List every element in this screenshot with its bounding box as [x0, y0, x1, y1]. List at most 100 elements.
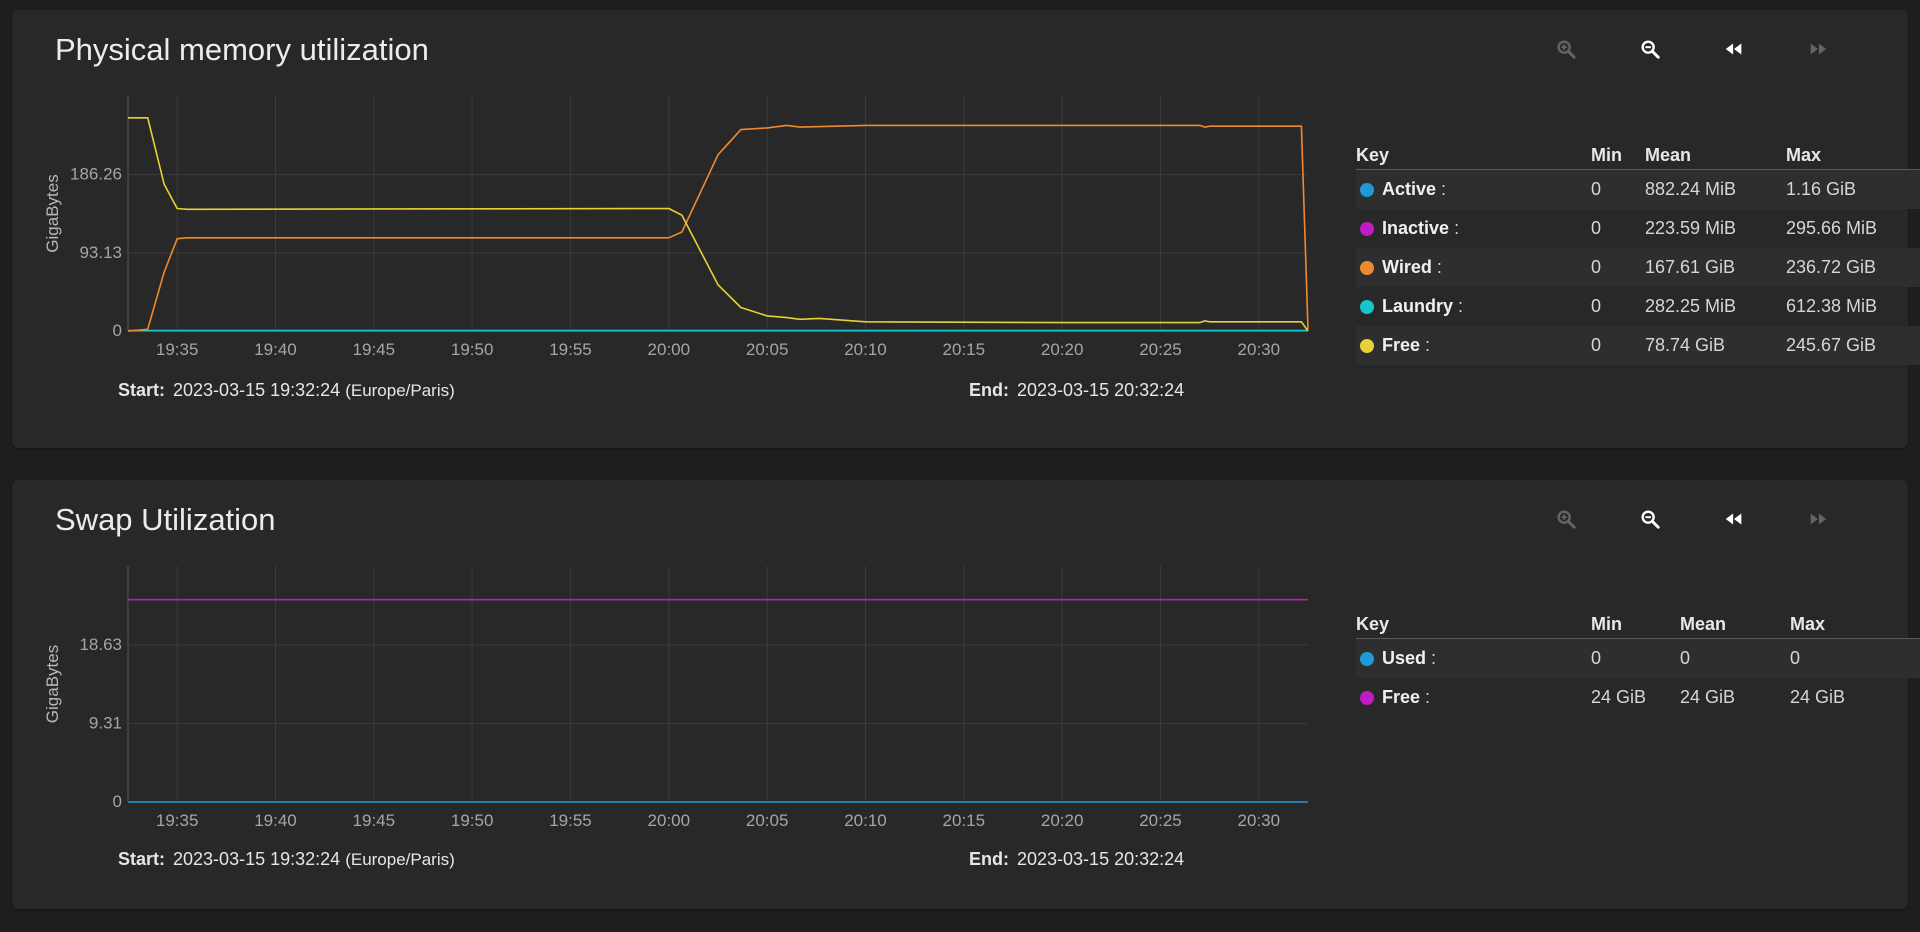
x-tick-label: 20:25: [1139, 811, 1182, 830]
legend-row-free[interactable]: Free : 0 78.74 GiB 245.67 GiB: [1356, 326, 1920, 365]
x-tick-label: 19:50: [451, 811, 494, 830]
legend-body: Used : 0 0 0 Free : 24 GiB 24 GiB 24 GiB: [1356, 639, 1920, 717]
legend-max-value: 245.67 GiB: [1786, 335, 1877, 355]
legend-min-value: 24 GiB: [1591, 687, 1647, 707]
legend-row-free[interactable]: Free : 24 GiB 24 GiB 24 GiB: [1356, 678, 1920, 717]
y-tick-label: 93.13: [79, 243, 122, 262]
swap-fast-forward-button[interactable]: [1798, 502, 1838, 536]
legend-max-value: 612.38 MiB: [1786, 296, 1878, 316]
legend-key-cell: Wired :: [1382, 248, 1442, 287]
x-tick-label: 20:10: [844, 340, 887, 359]
x-tick-label: 19:40: [254, 811, 297, 830]
fast-forward-icon: [1810, 43, 1827, 55]
y-axis-title: GigaBytes: [43, 174, 62, 252]
legend-separator: :: [1458, 296, 1464, 316]
x-tick-label: 20:15: [943, 811, 986, 830]
zoom-in-icon: [1557, 510, 1576, 529]
legend-color-dot: [1360, 339, 1374, 353]
legend-series-name: Used: [1382, 648, 1427, 668]
legend-mean-value: 223.59 MiB: [1645, 218, 1737, 238]
legend-separator: :: [1436, 257, 1442, 277]
start-value: 2023-03-15 19:32:24: [173, 849, 341, 869]
zoom-out-icon: [1641, 510, 1660, 529]
legend-separator: :: [1425, 687, 1431, 707]
memory-fast-forward-button[interactable]: [1798, 32, 1838, 66]
memory-zoom-out-button[interactable]: [1630, 32, 1670, 66]
end-label: End:: [969, 849, 1009, 869]
x-tick-label: 20:30: [1238, 811, 1281, 830]
legend-row-wired[interactable]: Wired : 0 167.61 GiB 236.72 GiB: [1356, 248, 1920, 287]
memory-start-range: Start: 2023-03-15 19:32:24 (Europe/Paris): [118, 380, 455, 401]
memory-end-range: End: 2023-03-15 20:32:24: [969, 380, 1184, 401]
legend-series-name: Wired: [1382, 257, 1432, 277]
legend-key-cell: Free :: [1382, 678, 1430, 717]
zoom-out-icon: [1641, 40, 1660, 59]
legend-max-value: 24 GiB: [1790, 687, 1846, 707]
swap-utilization-card: Swap Utilization 19:35 19:40 19:45 19:50 19:…: [12, 480, 1920, 909]
series-line-free: [128, 117, 1309, 332]
legend-color-dot: [1360, 261, 1374, 275]
end-value: 2023-03-15 20:32:24: [1017, 849, 1185, 869]
legend-separator: :: [1425, 335, 1431, 355]
legend-max-value: 0: [1790, 648, 1801, 668]
legend-min-value: 0: [1591, 648, 1602, 668]
legend-color-dot: [1360, 691, 1374, 705]
y-tick-label: 186.26: [70, 165, 122, 184]
x-tick-label: 19:35: [156, 340, 199, 359]
series-line-wired: [127, 124, 1309, 332]
end-value: 2023-03-15 20:32:24: [1017, 380, 1185, 400]
swap-end-range: End: 2023-03-15 20:32:24: [969, 849, 1184, 870]
legend-mean-value: 0: [1680, 648, 1691, 668]
start-label: Start:: [118, 380, 166, 400]
legend-header-row: Key Min Mean Max: [1356, 608, 1920, 639]
legend-key-cell: Used :: [1382, 639, 1436, 678]
legend-min-value: 0: [1591, 296, 1602, 316]
legend-row-active[interactable]: Active : 0 882.24 MiB 1.16 GiB: [1356, 170, 1920, 209]
x-tick-label: 20:05: [746, 811, 789, 830]
rewind-icon: [1725, 513, 1742, 525]
legend-max-value: 236.72 GiB: [1786, 257, 1877, 277]
legend-color-dot: [1360, 300, 1374, 314]
legend-color-dot: [1360, 222, 1374, 236]
legend-row-laundry[interactable]: Laundry : 0 282.25 MiB 612.38 MiB: [1356, 287, 1920, 326]
legend-min-value: 0: [1591, 257, 1602, 277]
legend-header-key: Key: [1356, 145, 1390, 165]
x-tick-label: 20:20: [1041, 811, 1084, 830]
memory-rewind-button[interactable]: [1714, 32, 1754, 66]
y-tick-label: 18.63: [79, 635, 122, 654]
x-tick-label: 19:35: [156, 811, 199, 830]
swap-zoom-out-button[interactable]: [1630, 502, 1670, 536]
swap-rewind-button[interactable]: [1714, 502, 1754, 536]
legend-body: Active : 0 882.24 MiB 1.16 GiB Inactive : 0 22…: [1356, 170, 1920, 365]
legend-series-name: Free: [1382, 687, 1421, 707]
x-tick-label: 19:40: [254, 340, 297, 359]
legend-row-inactive[interactable]: Inactive : 0 223.59 MiB 295.66 MiB: [1356, 209, 1920, 248]
legend-max-value: 1.16 GiB: [1786, 179, 1857, 199]
rewind-icon: [1725, 43, 1742, 55]
legend-key-cell: Inactive :: [1382, 209, 1459, 248]
swap-zoom-in-button[interactable]: [1546, 502, 1586, 536]
x-tick-label: 20:00: [648, 811, 691, 830]
x-tick-label: 20:00: [648, 340, 691, 359]
legend-header-key: Key: [1356, 614, 1390, 634]
x-tick-label: 20:05: [746, 340, 789, 359]
x-tick-label: 20:20: [1041, 340, 1084, 359]
legend-header-mean: Mean: [1645, 145, 1692, 165]
x-tick-label: 19:45: [353, 340, 396, 359]
legend-key-cell: Free :: [1382, 326, 1430, 365]
memory-legend-table: Key Min Mean Max Active : 0 882.24 MiB 1.16 GiB…: [1356, 139, 1920, 365]
legend-header-min: Min: [1591, 145, 1622, 165]
legend-row-used[interactable]: Used : 0 0 0: [1356, 639, 1920, 678]
legend-min-value: 0: [1591, 179, 1602, 199]
x-tick-label: 20:30: [1238, 340, 1281, 359]
timezone-label: (Europe/Paris): [345, 381, 455, 400]
legend-min-value: 0: [1591, 335, 1602, 355]
legend-mean-value: 24 GiB: [1680, 687, 1736, 707]
legend-header-row: Key Min Mean Max: [1356, 139, 1920, 170]
x-tick-label: 19:50: [451, 340, 494, 359]
legend-header-mean: Mean: [1680, 614, 1727, 634]
y-axis-title: GigaBytes: [43, 645, 62, 723]
memory-zoom-in-button[interactable]: [1546, 32, 1586, 66]
physical-memory-card: Physical memory utilization 19:35 19:40 19…: [12, 10, 1920, 448]
legend-series-name: Free: [1382, 335, 1421, 355]
